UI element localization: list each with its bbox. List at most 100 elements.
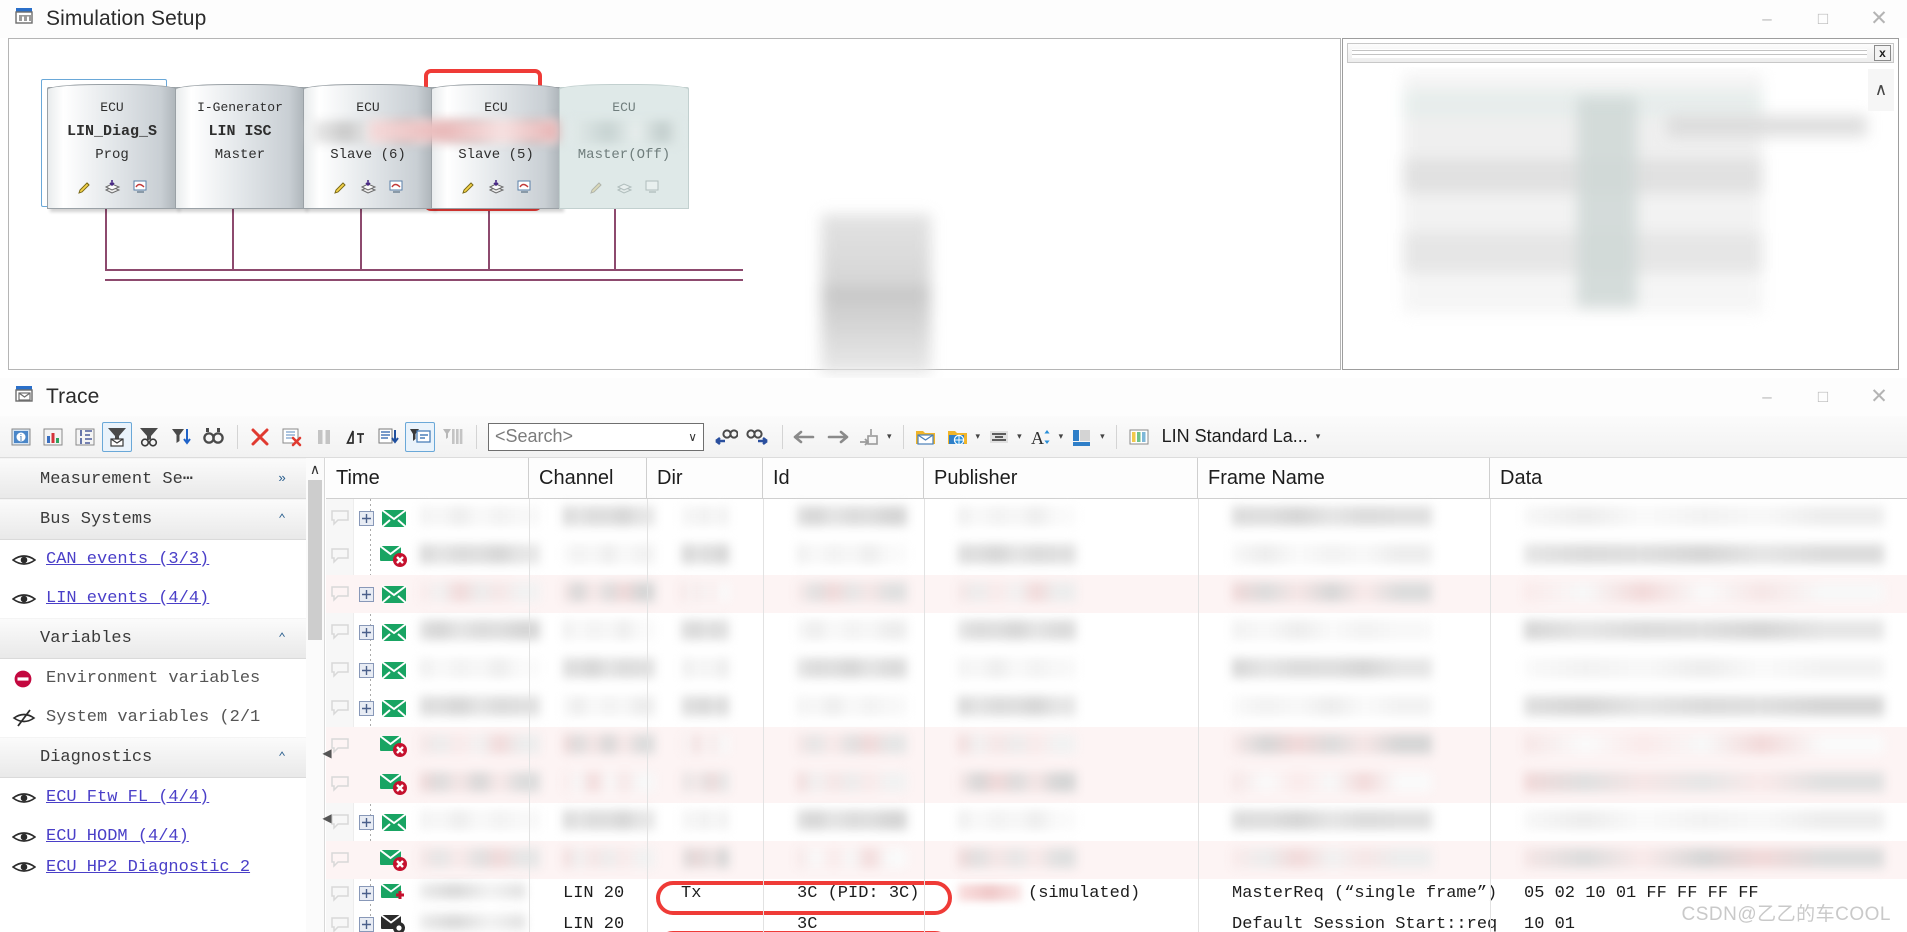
- expand-row-icon[interactable]: [354, 917, 378, 932]
- monitor-icon[interactable]: [388, 179, 405, 201]
- comment-flag-icon[interactable]: [326, 547, 354, 565]
- expand-row-icon[interactable]: [354, 886, 378, 901]
- sort-filter-icon[interactable]: [166, 422, 196, 452]
- eye-icon[interactable]: [12, 552, 46, 568]
- trace-close-button[interactable]: ✕: [1851, 378, 1907, 416]
- comment-flag-icon[interactable]: [326, 509, 354, 527]
- sim-node-0[interactable]: ECU LIN_Diag_S Prog: [47, 84, 177, 209]
- chevron-up-icon[interactable]: ⌃: [278, 750, 286, 765]
- goto-line-caret-icon[interactable]: ▾: [887, 431, 892, 442]
- line-spacing-icon[interactable]: [984, 422, 1014, 452]
- layout-caret-icon[interactable]: ▾: [1316, 431, 1321, 442]
- column-header-data[interactable]: Data: [1490, 458, 1907, 499]
- clear-icon[interactable]: [245, 422, 275, 452]
- expand-row-icon[interactable]: [354, 814, 378, 830]
- table-row[interactable]: [326, 537, 1907, 575]
- table-row[interactable]: [326, 689, 1907, 727]
- logging-caret-icon[interactable]: ▾: [976, 431, 981, 442]
- search-input[interactable]: <Search> ∨: [488, 422, 704, 451]
- sidebar-scroll-thumb[interactable]: [308, 480, 322, 640]
- column-header-frame-name[interactable]: Frame Name: [1198, 458, 1490, 499]
- sidebar-item-environment-variables[interactable]: Environment variables: [0, 659, 324, 698]
- table-row[interactable]: [326, 727, 1907, 765]
- side-panel-close-button[interactable]: x: [1874, 45, 1891, 61]
- monitor-icon[interactable]: [132, 179, 149, 201]
- sidebar-group-measurement[interactable]: Measurement Se⋯ »: [0, 458, 324, 499]
- find-icon[interactable]: [198, 422, 228, 452]
- find-next-icon[interactable]: [743, 422, 773, 452]
- scroll-to-end-icon[interactable]: [373, 422, 403, 452]
- column-header-time[interactable]: Time: [326, 458, 529, 499]
- comment-flag-icon[interactable]: [326, 885, 354, 903]
- sidebar-group-bus-systems[interactable]: Bus Systems ⌃: [0, 499, 324, 540]
- table-scroll-left-icon-2[interactable]: ◀: [320, 798, 334, 838]
- comment-flag-icon[interactable]: [326, 851, 354, 869]
- column-header-channel[interactable]: Channel: [529, 458, 647, 499]
- layout-selector-label[interactable]: LIN Standard La...: [1162, 426, 1308, 447]
- layout-icon[interactable]: [1124, 422, 1154, 452]
- chevron-down-icon[interactable]: ∨: [688, 430, 697, 444]
- sim-node-2[interactable]: ECU Slave (6): [303, 84, 433, 209]
- table-row[interactable]: [326, 575, 1907, 613]
- line-spacing-caret-icon[interactable]: ▾: [1017, 431, 1022, 442]
- comment-flag-icon[interactable]: [326, 661, 354, 679]
- eye-icon[interactable]: [12, 591, 46, 607]
- stack-icon[interactable]: [104, 179, 121, 201]
- table-row[interactable]: [326, 651, 1907, 689]
- column-header-publisher[interactable]: Publisher: [924, 458, 1198, 499]
- table-row[interactable]: [326, 499, 1907, 537]
- expand-row-icon[interactable]: [354, 510, 378, 526]
- comment-flag-icon[interactable]: [326, 916, 354, 932]
- sidebar-item-ecu-hodm[interactable]: ECU HODM (4/4): [0, 817, 324, 856]
- stack-icon[interactable]: [488, 179, 505, 201]
- sim-node-1[interactable]: I-Generator LIN ISC Master: [175, 84, 305, 209]
- filter-view-icon[interactable]: [134, 422, 164, 452]
- expand-row-icon[interactable]: [354, 624, 378, 640]
- trace-minimize-button[interactable]: –: [1739, 378, 1795, 416]
- blurred-rows-region[interactable]: [326, 499, 1907, 879]
- font-size-icon[interactable]: A: [1026, 422, 1056, 452]
- pause-icon[interactable]: [309, 422, 339, 452]
- time-delta-icon[interactable]: [341, 422, 371, 452]
- columns-icon[interactable]: [437, 422, 467, 452]
- filter-messages-icon[interactable]: [102, 421, 132, 452]
- comment-flag-icon[interactable]: [326, 699, 354, 717]
- eye-off-icon[interactable]: [12, 708, 46, 727]
- sidebar-item-can-events[interactable]: CAN events (3/3): [0, 540, 324, 579]
- monitor-icon[interactable]: [516, 179, 533, 201]
- pencil-icon[interactable]: [332, 179, 349, 201]
- pencil-icon[interactable]: [76, 179, 93, 201]
- table-row[interactable]: [326, 803, 1907, 841]
- find-previous-icon[interactable]: [711, 422, 741, 452]
- chevron-up-icon[interactable]: ⌃: [278, 512, 286, 527]
- goto-line-icon[interactable]: [854, 422, 884, 452]
- logging-config-icon[interactable]: [943, 422, 973, 452]
- simulation-maximize-button[interactable]: □: [1795, 0, 1851, 38]
- comment-flag-icon[interactable]: [326, 775, 354, 793]
- expand-collapse-icon[interactable]: [70, 422, 100, 452]
- sidebar-item-ecu-hp2[interactable]: ECU HP2 Diagnostic 2: [0, 856, 324, 878]
- table-row[interactable]: LIN 20 Tx 3C (PID: 3C) (simulated) MasterReq…: [326, 878, 1907, 909]
- trace-maximize-button[interactable]: □: [1795, 378, 1851, 416]
- expand-row-icon[interactable]: [354, 662, 378, 678]
- sidebar-scroll-up-icon[interactable]: ∧: [306, 458, 324, 480]
- side-panel-scroll-up-button[interactable]: ∧: [1868, 69, 1894, 111]
- stack-icon[interactable]: [616, 179, 633, 201]
- colors-icon[interactable]: [1067, 422, 1097, 452]
- column-header-dir[interactable]: Dir: [647, 458, 763, 499]
- sim-node-3[interactable]: ECU Slave (5): [431, 84, 561, 209]
- font-size-caret-icon[interactable]: ▾: [1059, 431, 1064, 442]
- show-details-icon[interactable]: i: [6, 422, 36, 452]
- sidebar-group-variables[interactable]: Variables ⌃: [0, 618, 324, 659]
- chevron-up-icon[interactable]: ⌃: [278, 631, 286, 646]
- monitor-icon[interactable]: [644, 179, 661, 201]
- open-logging-icon[interactable]: [911, 422, 941, 452]
- table-scroll-left-icon[interactable]: ◀: [320, 733, 334, 773]
- table-row[interactable]: [326, 613, 1907, 651]
- table-row[interactable]: [326, 765, 1907, 803]
- statistics-icon[interactable]: [38, 422, 68, 452]
- eye-icon[interactable]: [12, 829, 46, 845]
- sidebar-scrollbar[interactable]: ∧: [306, 458, 324, 932]
- pencil-icon[interactable]: [460, 179, 477, 201]
- expand-row-icon[interactable]: [354, 700, 378, 716]
